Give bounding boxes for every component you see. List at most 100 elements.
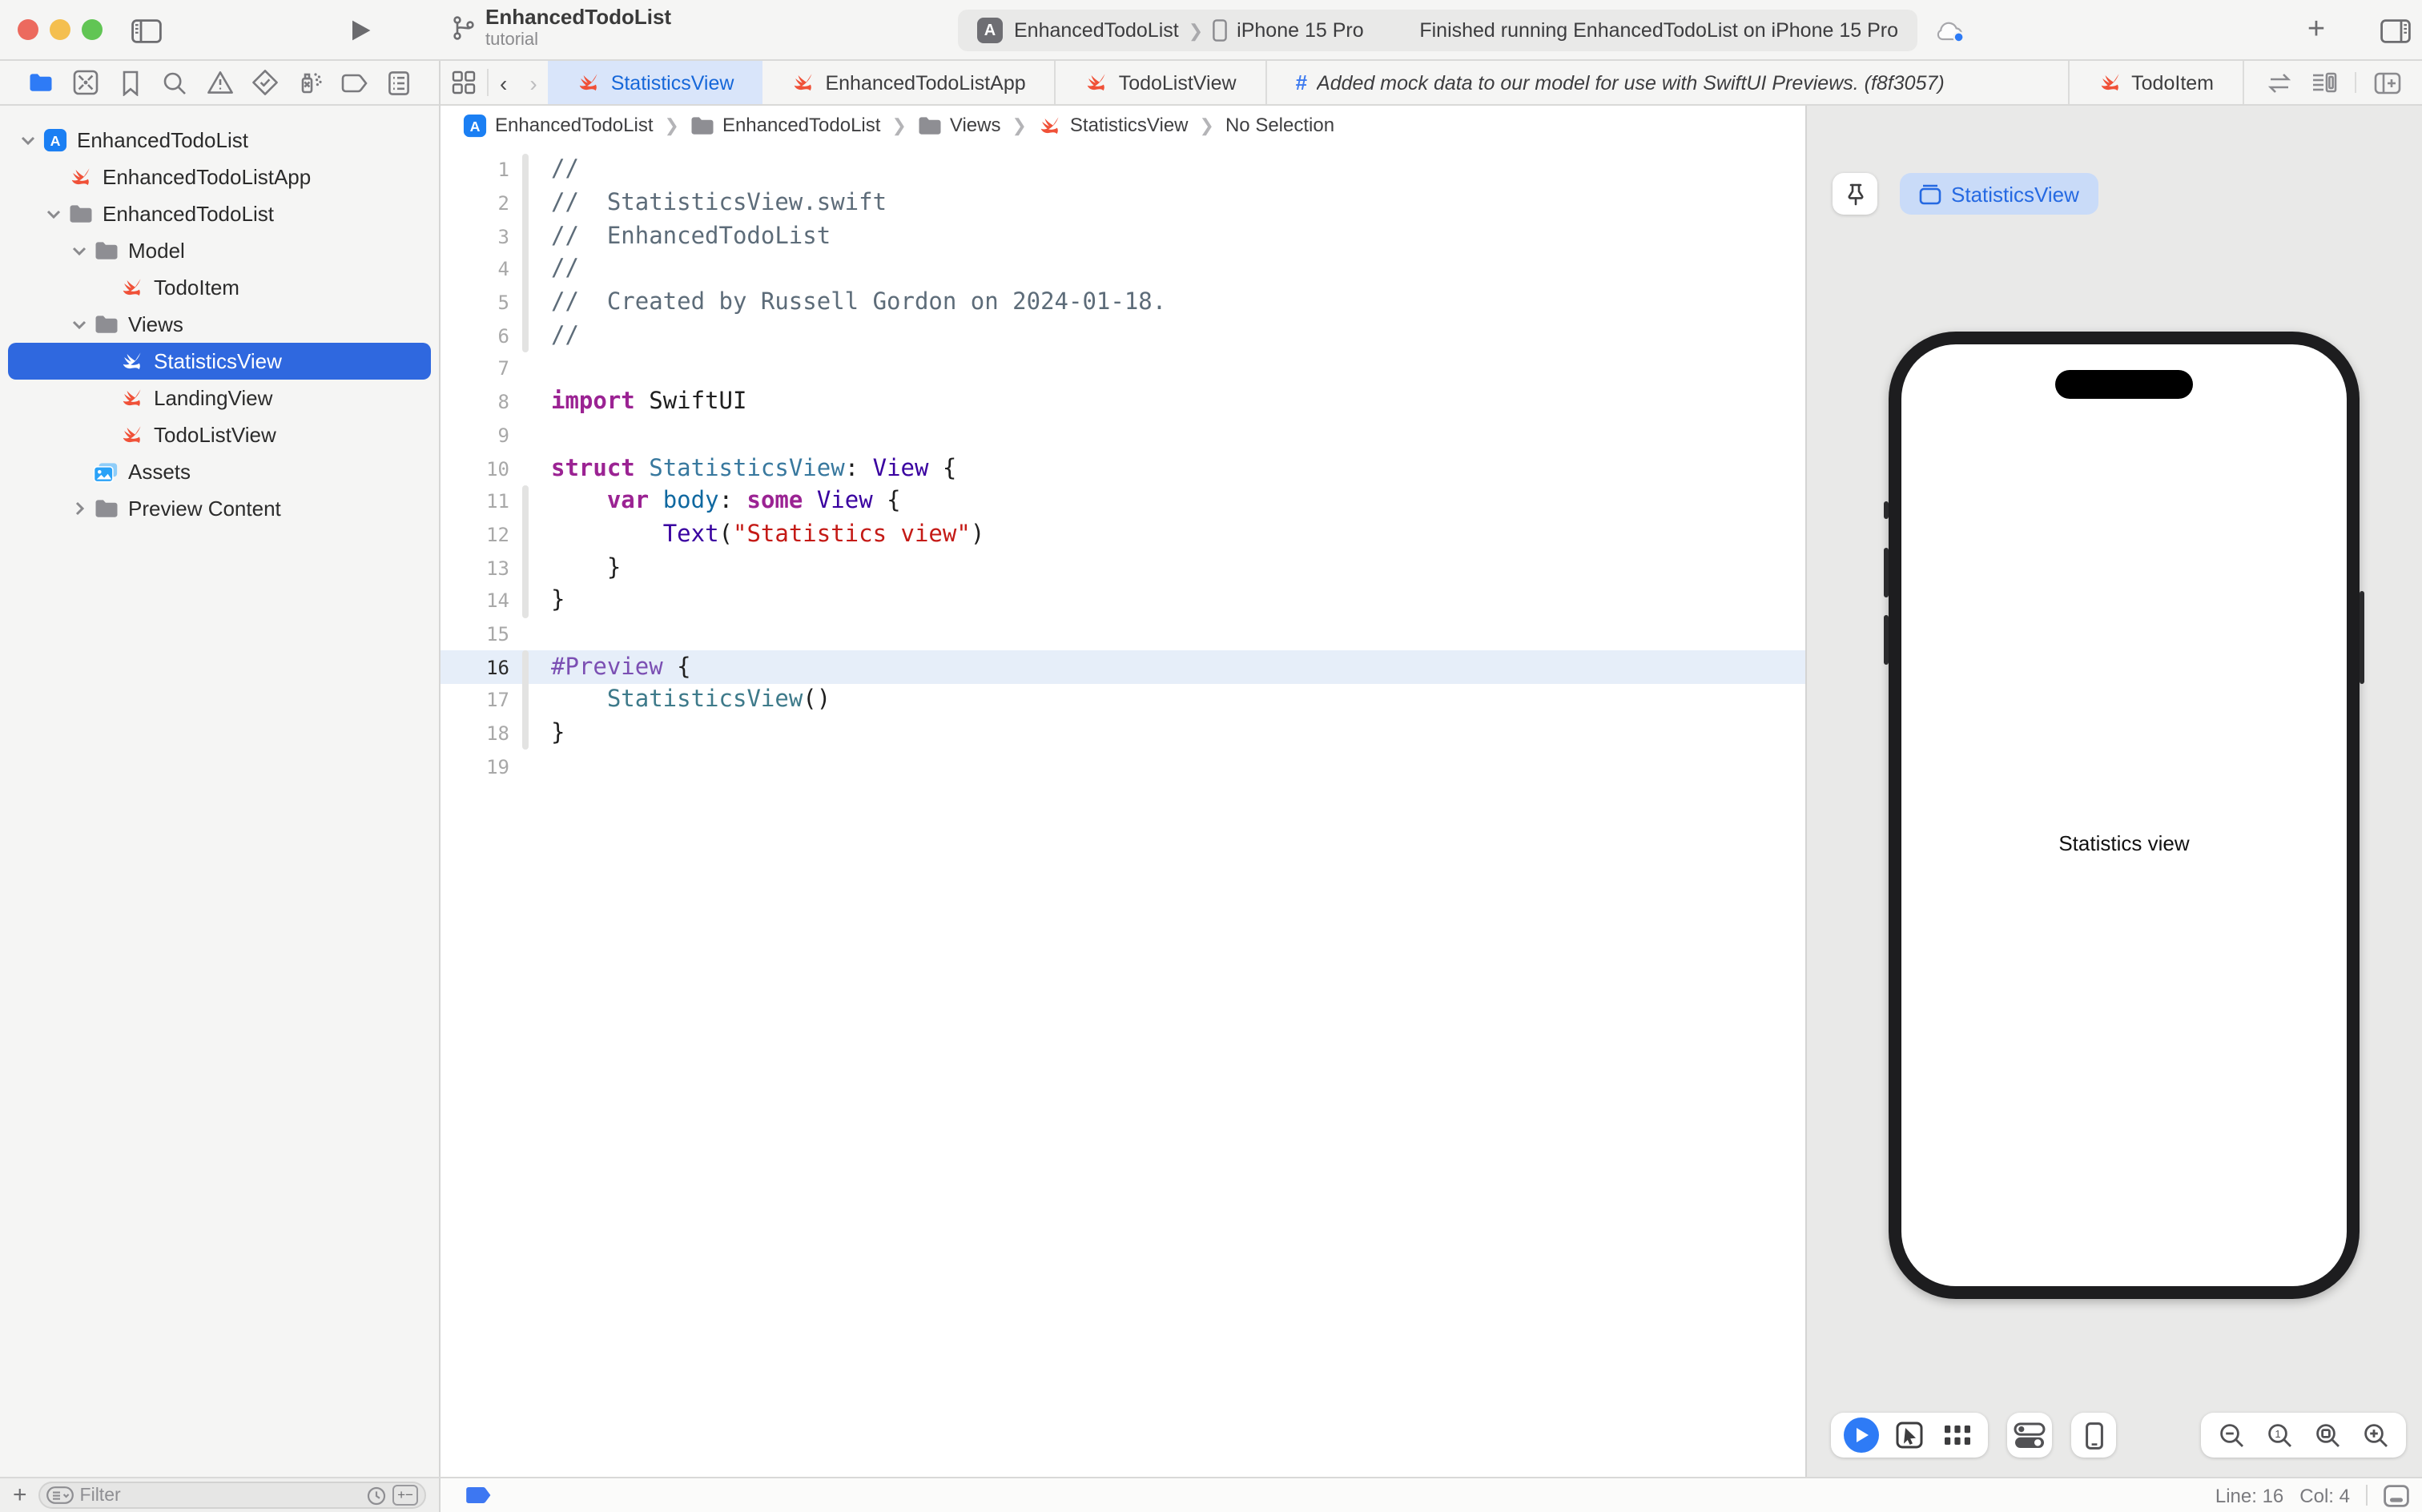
scheme-selector[interactable]: A EnhancedTodoList ❯ iPhone 15 Pro Finis…	[958, 10, 1917, 51]
code-line[interactable]: 15	[441, 617, 1805, 650]
code-line[interactable]: 17 StatisticsView()	[441, 684, 1805, 717]
tree-item-statisticsview[interactable]: StatisticsView	[8, 343, 431, 380]
tree-item-views[interactable]: Views	[8, 306, 431, 343]
tree-item-assets[interactable]: Assets	[8, 453, 431, 490]
code-line[interactable]: 14}	[441, 585, 1805, 617]
go-forward-icon[interactable]: ›	[518, 61, 548, 104]
scheme-name[interactable]: EnhancedTodoList	[1014, 19, 1179, 42]
code-line[interactable]: 2// StatisticsView.swift	[441, 187, 1805, 219]
line-number[interactable]: 7	[441, 358, 519, 380]
code-line[interactable]: 5// Created by Russell Gordon on 2024-01…	[441, 287, 1805, 320]
filter-field[interactable]: Filter +−	[38, 1482, 426, 1509]
tree-item-model[interactable]: Model	[8, 232, 431, 269]
add-editor-icon[interactable]	[2368, 63, 2406, 102]
navigator-tab-debug-icon[interactable]	[292, 65, 327, 100]
minimize-window-button[interactable]	[50, 19, 70, 40]
preview-target-chip[interactable]: StatisticsView	[1900, 173, 2098, 215]
close-window-button[interactable]	[18, 19, 38, 40]
navigator-tab-reports-icon[interactable]	[381, 65, 416, 100]
zoom-out-icon[interactable]	[2211, 1414, 2252, 1456]
tree-item-enhancedtodolist[interactable]: EnhancedTodoList	[8, 195, 431, 232]
code-line[interactable]: 1//	[441, 154, 1805, 187]
code-line[interactable]: 19	[441, 750, 1805, 783]
editor-layout-icon[interactable]	[2305, 63, 2344, 102]
code-line[interactable]: 8import SwiftUI	[441, 386, 1805, 419]
breadcrumb-item[interactable]: AEnhancedTodoList	[463, 113, 654, 137]
tree-item-enhancedtodolist[interactable]: AEnhancedTodoList	[8, 122, 431, 159]
zoom-fit-icon[interactable]	[2307, 1414, 2348, 1456]
selectable-mode-icon[interactable]	[1889, 1414, 1930, 1456]
code-line[interactable]: 16#Preview {	[441, 651, 1805, 684]
editor-tab-todolistview[interactable]: TodoListView	[1056, 61, 1267, 104]
code-line[interactable]: 9	[441, 419, 1805, 452]
navigator-tab-breakpoints-icon[interactable]	[336, 65, 372, 100]
editor-tab-statisticsview[interactable]: StatisticsView	[549, 61, 763, 104]
tree-item-landingview[interactable]: LandingView	[8, 380, 431, 416]
filter-scope-icon[interactable]: +−	[392, 1486, 418, 1506]
disclosure-open-icon[interactable]	[67, 320, 91, 329]
code-line[interactable]: 6//	[441, 320, 1805, 352]
line-number[interactable]: 2	[441, 192, 519, 215]
editor-tab-commit[interactable]: #Added mock data to our model for use wi…	[1267, 61, 2070, 104]
line-number[interactable]: 10	[441, 457, 519, 480]
disclosure-open-icon[interactable]	[16, 135, 40, 145]
editor-tab-todoitem[interactable]: TodoItem	[2069, 61, 2244, 104]
code-line[interactable]: 4//	[441, 253, 1805, 286]
cloud-icon[interactable]	[1929, 0, 1973, 61]
go-back-icon[interactable]: ‹	[489, 61, 518, 104]
disclosure-open-icon[interactable]	[42, 209, 66, 219]
related-items-icon[interactable]	[441, 61, 487, 104]
line-number[interactable]: 11	[441, 490, 519, 513]
add-tab-icon[interactable]: +	[2294, 0, 2339, 61]
line-number[interactable]: 18	[441, 722, 519, 745]
code-line[interactable]: 3// EnhancedTodoList	[441, 220, 1805, 253]
add-file-icon[interactable]: +	[13, 1483, 27, 1507]
zoom-window-button[interactable]	[82, 19, 103, 40]
code-line[interactable]: 13 }	[441, 552, 1805, 585]
disclosure-open-icon[interactable]	[67, 246, 91, 255]
tree-item-enhancedtodolistapp[interactable]: EnhancedTodoListApp	[8, 159, 431, 195]
line-number[interactable]: 12	[441, 524, 519, 546]
iphone-screen[interactable]: Statistics view	[1901, 344, 2347, 1286]
navigator-tab-bookmark-icon[interactable]	[112, 65, 147, 100]
navigator-tab-project-icon[interactable]	[22, 65, 58, 100]
line-number[interactable]: 9	[441, 424, 519, 447]
editor-tab-enhancedtodolistapp[interactable]: EnhancedTodoListApp	[762, 61, 1056, 104]
tree-item-todolistview[interactable]: TodoListView	[8, 416, 431, 453]
line-number[interactable]: 14	[441, 590, 519, 613]
breadcrumb-item[interactable]: StatisticsView	[1038, 113, 1189, 137]
code-area[interactable]: 1//2// StatisticsView.swift3// EnhancedT…	[441, 144, 1805, 1477]
line-number[interactable]: 3	[441, 225, 519, 247]
tree-item-todoitem[interactable]: TodoItem	[8, 269, 431, 306]
device-settings-icon[interactable]	[2007, 1413, 2052, 1458]
code-line[interactable]: 10struct StatisticsView: View {	[441, 452, 1805, 485]
line-number[interactable]: 17	[441, 690, 519, 712]
sidebar-toggle-icon[interactable]	[125, 0, 167, 61]
line-number[interactable]: 5	[441, 292, 519, 314]
variants-icon[interactable]	[1937, 1414, 1978, 1456]
line-number[interactable]: 16	[441, 656, 519, 678]
pin-preview-icon[interactable]	[1833, 173, 1877, 215]
swap-editor-icon[interactable]	[2260, 63, 2299, 102]
line-number[interactable]: 1	[441, 159, 519, 182]
navigator-tab-source-control-icon[interactable]	[67, 65, 103, 100]
device-icon[interactable]	[2071, 1413, 2116, 1458]
breadcrumb-item[interactable]: Views	[918, 114, 1001, 136]
code-line[interactable]: 12 Text("Statistics view")	[441, 518, 1805, 551]
zoom-in-icon[interactable]	[2355, 1414, 2396, 1456]
navigator-tab-tests-icon[interactable]	[247, 65, 282, 100]
inspector-toggle-icon[interactable]	[2372, 0, 2417, 61]
navigator-tab-issues-icon[interactable]	[202, 65, 237, 100]
bottom-panel-icon[interactable]	[2384, 1484, 2409, 1506]
line-number[interactable]: 4	[441, 259, 519, 281]
code-line[interactable]: 11 var body: some View {	[441, 485, 1805, 518]
breakpoints-toggle-icon[interactable]	[466, 1486, 492, 1504]
line-number[interactable]: 6	[441, 325, 519, 348]
line-number[interactable]: 13	[441, 557, 519, 579]
navigator-tab-search-icon[interactable]	[157, 65, 192, 100]
disclosure-closed-icon[interactable]	[67, 501, 91, 516]
line-number[interactable]: 15	[441, 623, 519, 645]
live-preview-icon[interactable]	[1841, 1414, 1882, 1456]
code-line[interactable]: 18}	[441, 717, 1805, 750]
tree-item-preview-content[interactable]: Preview Content	[8, 490, 431, 527]
